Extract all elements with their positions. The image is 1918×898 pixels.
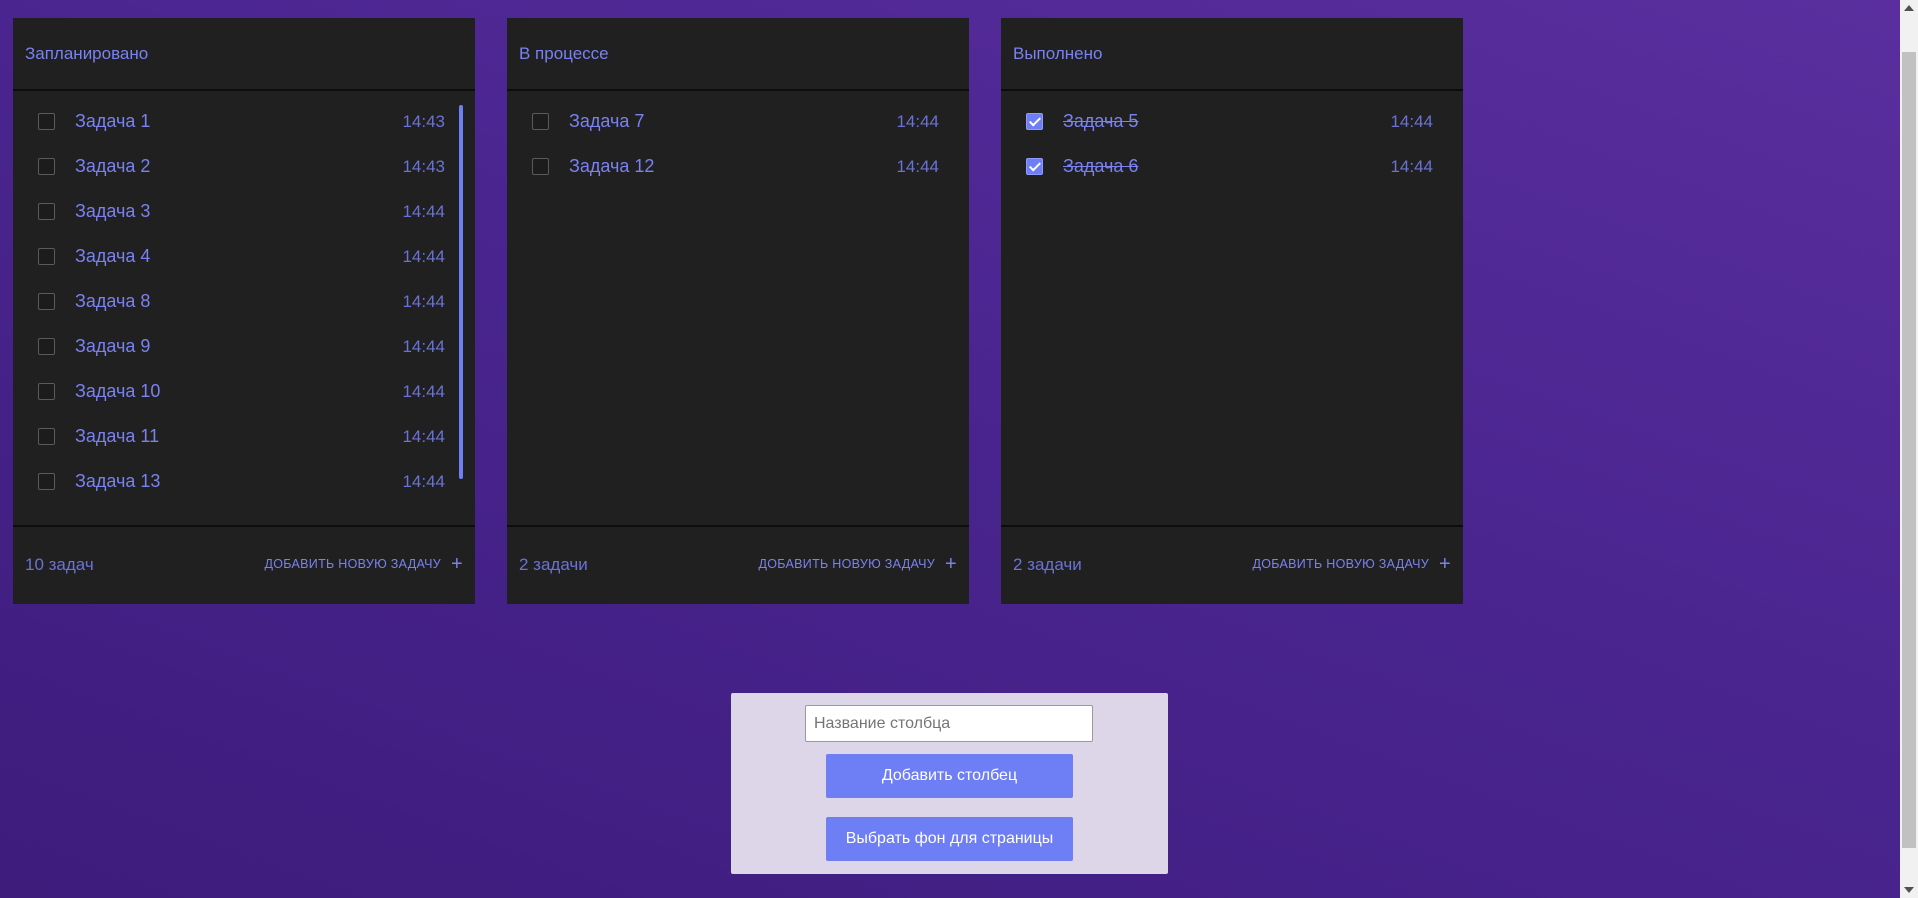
scroll-down-icon[interactable] [1904, 887, 1914, 893]
task-checkbox[interactable] [38, 113, 55, 130]
task-name[interactable]: Задача 2 [75, 156, 150, 177]
task-time: 14:43 [402, 157, 445, 176]
task-item[interactable]: Задача 11 14:44 [13, 415, 475, 460]
task-item[interactable]: Задача 2 14:43 [13, 145, 475, 190]
task-time: 14:44 [402, 247, 445, 266]
add-task-label: ДОБАВИТЬ НОВУЮ ЗАДАЧУ [758, 557, 936, 571]
task-item[interactable]: Задача 13 14:44 [13, 460, 475, 505]
task-item[interactable]: Задача 3 14:44 [13, 190, 475, 235]
task-time: 14:44 [896, 157, 939, 176]
task-name[interactable]: Задача 13 [75, 471, 160, 492]
task-checkbox[interactable] [38, 428, 55, 445]
task-count: 10 задач [25, 555, 94, 574]
column-title[interactable]: В процессе [507, 18, 969, 91]
task-name[interactable]: Задача 4 [75, 246, 150, 267]
task-name[interactable]: Задача 6 [1063, 156, 1138, 177]
task-list: Задача 7 14:44 Задача 12 14:44 [507, 91, 969, 527]
task-time: 14:44 [896, 112, 939, 131]
task-item[interactable]: Задача 1 14:43 [13, 100, 475, 145]
add-task-button[interactable]: ДОБАВИТЬ НОВУЮ ЗАДАЧУ + [758, 554, 958, 574]
column-footer: 2 задачи ДОБАВИТЬ НОВУЮ ЗАДАЧУ + [507, 527, 969, 602]
task-name[interactable]: Задача 5 [1063, 111, 1138, 132]
task-checkbox[interactable] [38, 383, 55, 400]
choose-background-button[interactable]: Выбрать фон для страницы [826, 817, 1073, 861]
task-checkbox[interactable] [532, 158, 549, 175]
task-count: 2 задачи [519, 555, 588, 574]
task-checkbox[interactable] [38, 158, 55, 175]
task-list: Задача 5 14:44 Задача 6 14:44 [1001, 91, 1463, 527]
task-column: Выполнено Задача 5 14:44 Задача 6 14:44 2 зад… [1001, 18, 1463, 604]
page-scrollbar[interactable] [1900, 0, 1918, 898]
task-name[interactable]: Задача 3 [75, 201, 150, 222]
task-time: 14:44 [402, 382, 445, 401]
scroll-up-icon[interactable] [1904, 5, 1914, 11]
add-task-label: ДОБАВИТЬ НОВУЮ ЗАДАЧУ [1252, 557, 1430, 571]
task-name[interactable]: Задача 9 [75, 336, 150, 357]
task-list-scrollbar[interactable] [459, 105, 463, 479]
task-item[interactable]: Задача 12 14:44 [507, 145, 969, 190]
task-item[interactable]: Задача 5 14:44 [1001, 100, 1463, 145]
column-title[interactable]: Запланировано [13, 18, 475, 91]
task-name[interactable]: Задача 12 [569, 156, 654, 177]
task-time: 14:44 [1390, 112, 1433, 131]
task-time: 14:44 [402, 337, 445, 356]
task-time: 14:44 [402, 202, 445, 221]
task-time: 14:44 [1390, 157, 1433, 176]
task-list: Задача 1 14:43 Задача 2 14:43 Задача 3 14:44 З… [13, 91, 475, 527]
task-name[interactable]: Задача 8 [75, 291, 150, 312]
task-column: В процессе Задача 7 14:44 Задача 12 14:44 2 з… [507, 18, 969, 604]
task-item[interactable]: Задача 6 14:44 [1001, 145, 1463, 190]
task-time: 14:44 [402, 292, 445, 311]
task-column: Запланировано Задача 1 14:43 Задача 2 14:43 З… [13, 18, 475, 604]
column-footer: 10 задач ДОБАВИТЬ НОВУЮ ЗАДАЧУ + [13, 527, 475, 602]
task-name[interactable]: Задача 11 [75, 426, 159, 447]
task-checkbox[interactable] [38, 203, 55, 220]
task-item[interactable]: Задача 8 14:44 [13, 280, 475, 325]
task-time: 14:44 [402, 427, 445, 446]
column-name-input[interactable] [805, 705, 1093, 742]
plus-icon[interactable]: + [945, 554, 957, 574]
column-footer: 2 задачи ДОБАВИТЬ НОВУЮ ЗАДАЧУ + [1001, 527, 1463, 602]
task-item[interactable]: Задача 10 14:44 [13, 370, 475, 415]
task-name[interactable]: Задача 10 [75, 381, 160, 402]
task-item[interactable]: Задача 4 14:44 [13, 235, 475, 280]
task-checkbox[interactable] [38, 248, 55, 265]
add-task-label: ДОБАВИТЬ НОВУЮ ЗАДАЧУ [264, 557, 442, 571]
task-checkbox[interactable] [532, 113, 549, 130]
task-item[interactable]: Задача 7 14:44 [507, 100, 969, 145]
task-name[interactable]: Задача 1 [75, 111, 150, 132]
task-checkbox[interactable] [38, 293, 55, 310]
column-title[interactable]: Выполнено [1001, 18, 1463, 91]
task-count: 2 задачи [1013, 555, 1082, 574]
task-checkbox-checked[interactable] [1026, 113, 1043, 130]
plus-icon[interactable]: + [1439, 554, 1451, 574]
task-time: 14:43 [402, 112, 445, 131]
task-checkbox[interactable] [38, 338, 55, 355]
add-column-panel: Добавить столбец Выбрать фон для страниц… [731, 693, 1168, 874]
scrollbar-thumb[interactable] [1902, 52, 1916, 848]
task-checkbox[interactable] [38, 473, 55, 490]
task-checkbox-checked[interactable] [1026, 158, 1043, 175]
plus-icon[interactable]: + [451, 554, 463, 574]
add-column-button[interactable]: Добавить столбец [826, 754, 1073, 798]
task-name[interactable]: Задача 7 [569, 111, 644, 132]
add-task-button[interactable]: ДОБАВИТЬ НОВУЮ ЗАДАЧУ + [264, 554, 464, 574]
task-item[interactable]: Задача 9 14:44 [13, 325, 475, 370]
add-task-button[interactable]: ДОБАВИТЬ НОВУЮ ЗАДАЧУ + [1252, 554, 1452, 574]
task-time: 14:44 [402, 472, 445, 491]
